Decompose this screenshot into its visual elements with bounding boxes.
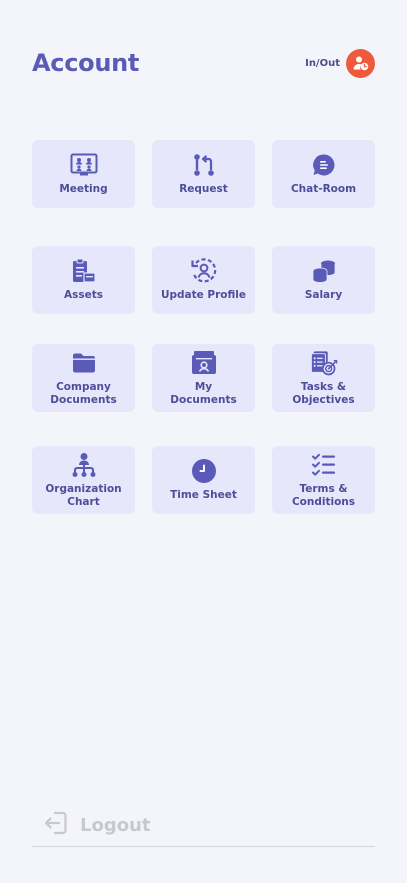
tile-label: Request (179, 183, 228, 195)
tile-tasks-objectives[interactable]: Tasks & Objectives (272, 344, 375, 412)
tile-label: Time Sheet (170, 489, 237, 501)
user-clock-icon[interactable] (346, 48, 375, 78)
tile-label: Tasks & Objectives (292, 380, 355, 406)
tile-salary[interactable]: Salary (272, 246, 375, 314)
divider (32, 846, 375, 847)
tasks-icon (310, 350, 338, 376)
tile-organization-chart[interactable]: Organization Chart (32, 446, 135, 514)
tile-label: Meeting (59, 183, 108, 195)
org-chart-icon (70, 452, 98, 478)
meeting-icon (70, 152, 98, 178)
tile-label: Chat-Room (290, 183, 357, 195)
clock-icon (190, 458, 218, 484)
tile-label: My Documents (170, 380, 237, 406)
tile-label: Terms & Conditions (291, 482, 356, 508)
coins-icon (310, 258, 338, 284)
tile-chat-room[interactable]: Chat-Room (272, 140, 375, 208)
tile-terms-conditions[interactable]: Terms & Conditions (272, 446, 375, 514)
logout-button[interactable]: Logout (44, 811, 151, 839)
tile-label: Company Documents (50, 380, 117, 406)
logout-label: Logout (80, 814, 151, 836)
assets-icon (70, 258, 98, 284)
page-title: Account (32, 49, 140, 77)
tile-update-profile[interactable]: Update Profile (152, 246, 255, 314)
tile-assets[interactable]: Assets (32, 246, 135, 314)
request-icon (190, 152, 218, 178)
tile-request[interactable]: Request (152, 140, 255, 208)
in-out-label: In/Out (305, 57, 340, 69)
logout-icon (44, 811, 68, 839)
header: Account In/Out (32, 48, 375, 78)
tile-label: Salary (304, 289, 343, 301)
folder-icon (70, 350, 98, 376)
in-out-button[interactable]: In/Out (305, 48, 375, 78)
tile-my-documents[interactable]: My Documents (152, 344, 255, 412)
tile-company-documents[interactable]: Company Documents (32, 344, 135, 412)
tile-label: Organization Chart (45, 482, 122, 508)
chat-icon (310, 152, 338, 178)
tile-meeting[interactable]: Meeting (32, 140, 135, 208)
tile-label: Assets (63, 289, 104, 301)
tile-label: Update Profile (160, 289, 247, 301)
update-profile-icon (190, 258, 218, 284)
checklist-icon (310, 452, 338, 478)
tile-time-sheet[interactable]: Time Sheet (152, 446, 255, 514)
my-documents-icon (190, 350, 218, 376)
